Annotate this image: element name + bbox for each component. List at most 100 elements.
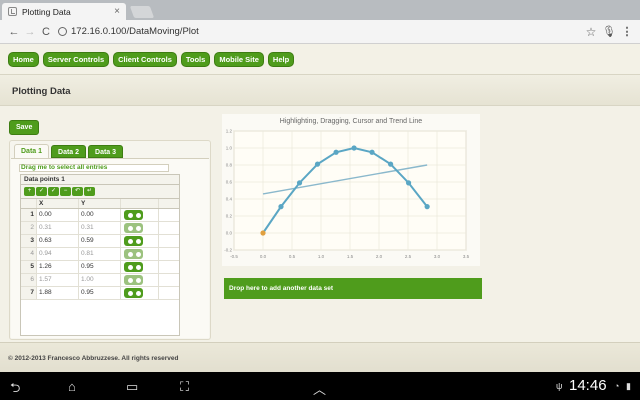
remove-icon[interactable]: − [60,187,71,196]
nav-help[interactable]: Help [267,51,295,67]
table-row[interactable]: 3 0.63 0.59 [21,235,179,248]
delete-row-icon[interactable] [134,211,141,219]
nav-server-controls[interactable]: Server Controls [42,51,110,67]
wifi-icon: ◔ [614,381,620,391]
x-cell[interactable]: 0.00 [37,209,79,221]
x-cell[interactable]: 0.63 [37,235,79,247]
delete-row-icon[interactable] [134,250,141,258]
y-tick-label: 0.8 [226,163,233,168]
save-button[interactable]: Save [9,120,40,135]
tab-close-icon[interactable]: × [114,6,120,17]
add-row-icon[interactable]: + [24,187,35,196]
y-cell[interactable]: 1.00 [79,274,121,286]
delete-row-icon[interactable] [134,224,141,232]
row-filler [159,261,179,273]
row-actions [121,274,159,286]
y-cell[interactable]: 0.00 [79,209,121,221]
x-tick-label: 1.0 [318,254,325,259]
header-x[interactable]: X [37,199,79,208]
delete-row-icon[interactable] [134,289,141,297]
tab-title: Plotting Data [22,6,71,17]
x-tick-label: 3.5 [463,254,470,259]
drop-zone[interactable]: Drop here to add another data set [224,278,482,299]
forward-icon[interactable]: → [22,26,38,38]
delete-row-icon[interactable] [134,276,141,284]
new-tab-button[interactable] [129,6,155,18]
delete-row-icon[interactable] [134,263,141,271]
reload-icon[interactable]: C [38,26,54,38]
row-filler [159,287,179,299]
y-tick-label: 0.6 [226,180,233,185]
y-tick-label: -0.2 [224,248,232,253]
browser-tab[interactable]: Plotting Data × [2,3,126,20]
back-icon[interactable]: ← [6,26,22,38]
row-button-group [124,249,143,259]
x-tick-label: 3.0 [434,254,441,259]
row-filler [159,274,179,286]
table-row[interactable]: 6 1.57 1.00 [21,274,179,287]
x-cell[interactable]: 0.94 [37,248,79,260]
table-row[interactable]: 7 1.88 0.95 [21,287,179,300]
y-cell[interactable]: 0.59 [79,235,121,247]
delete-row-icon[interactable] [134,237,141,245]
x-cell[interactable]: 0.31 [37,222,79,234]
check-all-icon[interactable]: ✓ [48,187,59,196]
tab-data-2[interactable]: Data 2 [51,145,87,158]
drag-select-all[interactable]: Drag me to select all entries [19,164,169,172]
bookmark-star-icon[interactable]: ☆ [582,25,600,39]
android-recent-apps-icon[interactable]: ▭ [126,379,138,395]
android-up-icon[interactable]: ︿ [313,379,326,398]
edit-row-icon[interactable] [126,211,133,219]
x-cell[interactable]: 1.26 [37,261,79,273]
x-cell[interactable]: 1.57 [37,274,79,286]
row-index: 2 [21,222,37,234]
y-cell[interactable]: 0.31 [79,222,121,234]
table-row[interactable]: 4 0.94 0.81 [21,248,179,261]
check-icon[interactable]: ✓ [36,187,47,196]
enter-icon[interactable]: ↵ [84,187,95,196]
edit-row-icon[interactable] [126,276,133,284]
tab-data-3[interactable]: Data 3 [88,145,124,158]
line-chart[interactable]: -0.5 0.0 0.5 1.0 1.5 2.0 2.5 3.0 3.5 -0.2 0.0 0.2 0.… [222,128,480,266]
edit-row-icon[interactable] [126,237,133,245]
address-bar[interactable]: 172.16.0.100/DataMoving/Plot [58,24,582,40]
browser-toolbar: ← → C 172.16.0.100/DataMoving/Plot ☆ 🎙 ⋮ [0,20,640,44]
y-tick-label: 1.0 [226,146,233,151]
copyright-text: © 2012-2013 Francesco Abbruzzese. All ri… [8,355,179,362]
data-point [314,161,321,167]
tab-data-1[interactable]: Data 1 [14,144,50,158]
edit-row-icon[interactable] [126,289,133,297]
y-tick-label: 0.2 [226,214,233,219]
y-cell[interactable]: 0.95 [79,261,121,273]
table-row[interactable]: 5 1.26 0.95 [21,261,179,274]
microphone-icon[interactable]: 🎙 [600,25,618,38]
edit-row-icon[interactable] [126,224,133,232]
grid-header-row: X Y [21,199,179,209]
url-text[interactable]: 172.16.0.100/DataMoving/Plot [71,26,582,37]
y-cell[interactable]: 0.95 [79,287,121,299]
x-cell[interactable]: 1.88 [37,287,79,299]
android-screenshot-icon[interactable]: ⛶ [180,379,189,395]
edit-row-icon[interactable] [126,263,133,271]
header-y[interactable]: Y [79,199,121,208]
grid-toolbar: + ✓ ✓ − ↶ ↵ [21,185,179,199]
table-row[interactable]: 2 0.31 0.31 [21,222,179,235]
android-home-icon[interactable]: ⌂ [68,379,76,394]
y-cell[interactable]: 0.81 [79,248,121,260]
undo-icon[interactable]: ↶ [72,187,83,196]
row-button-group [124,288,143,298]
menu-icon[interactable]: ⋮ [618,25,636,38]
data-point [388,161,394,167]
android-back-icon[interactable]: ⮌ [10,379,20,400]
page-icon [8,7,17,16]
edit-row-icon[interactable] [126,250,133,258]
table-row[interactable]: 1 0.00 0.00 [21,209,179,222]
row-actions [121,248,159,260]
nav-client-controls[interactable]: Client Controls [113,51,177,67]
header-filler [159,199,179,208]
data-point [296,180,303,186]
nav-mobile-site[interactable]: Mobile Site [214,51,264,67]
x-tick-label: 2.5 [405,254,412,259]
nav-home[interactable]: Home [8,51,39,67]
nav-tools[interactable]: Tools [180,51,211,67]
